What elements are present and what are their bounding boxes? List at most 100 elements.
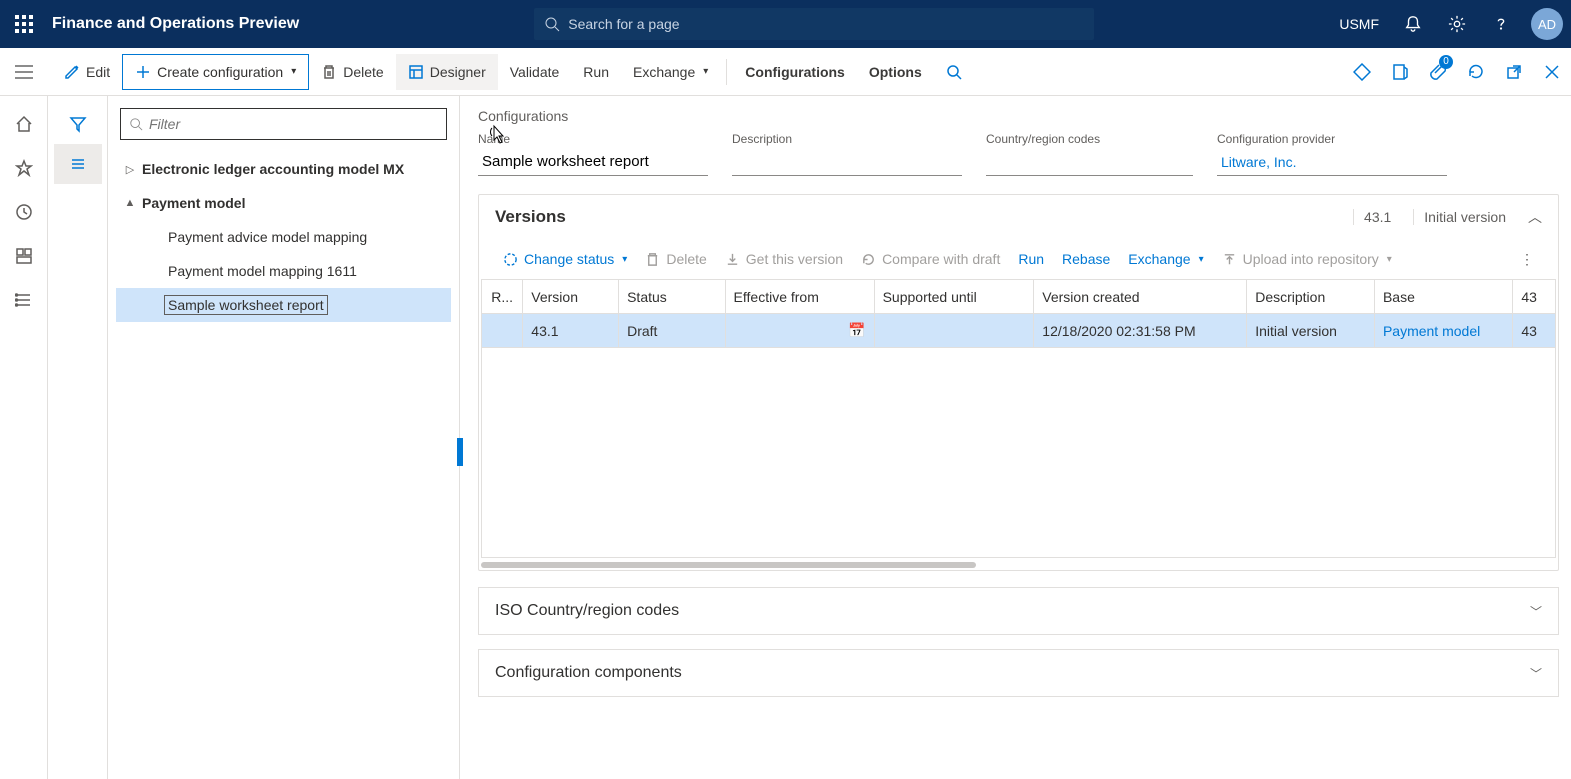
tree-item-electronic-ledger[interactable]: ▷ Electronic ledger accounting model MX [116,152,451,186]
col-status[interactable]: Status [619,280,725,314]
scrollbar-thumb[interactable] [481,562,976,568]
iso-country-section[interactable]: ISO Country/region codes ﹀ [478,587,1559,635]
refresh-icon[interactable] [1457,53,1495,91]
col-version[interactable]: Version [523,280,619,314]
validate-button[interactable]: Validate [498,54,572,90]
get-version-button[interactable]: Get this version [717,243,851,275]
config-components-section[interactable]: Configuration components ﹀ [478,649,1559,697]
notifications-icon[interactable] [1393,4,1433,44]
components-section-title: Configuration components [495,664,1530,682]
cell-supported-until[interactable] [874,314,1034,348]
header-right: USMF AD [1329,4,1563,44]
home-icon[interactable] [4,104,44,144]
chevron-up-icon[interactable]: ︿ [1528,207,1542,227]
cell-version[interactable]: 43.1 [523,314,619,348]
attachments-icon[interactable]: 0 [1419,53,1457,91]
toolbar-search-button[interactable] [934,54,974,90]
run-button[interactable]: Run [571,54,621,90]
compare-button[interactable]: Compare with draft [853,243,1008,275]
description-label: Description [732,132,962,146]
delete-label: Delete [343,64,383,80]
close-icon[interactable] [1533,53,1571,91]
cell-effective-from[interactable]: 📅 [725,314,874,348]
field-config-provider: Configuration provider Litware, Inc. [1217,132,1447,176]
attachments-badge: 0 [1439,55,1453,69]
versions-grid: R... Version Status Effective from Suppo… [481,279,1556,348]
col-supported-until[interactable]: Supported until [874,280,1034,314]
change-status-button[interactable]: Change status▾ [495,243,635,275]
legal-entity-selector[interactable]: USMF [1329,16,1389,32]
create-config-label: Create configuration [157,64,283,80]
modules-icon[interactable] [4,280,44,320]
col-version-created[interactable]: Version created [1034,280,1247,314]
tree-item-sample-worksheet-report[interactable]: Sample worksheet report [116,288,451,322]
col-base[interactable]: Base [1374,280,1512,314]
caret-down-icon[interactable]: ▲ [122,197,138,209]
options-tab[interactable]: Options [857,54,934,90]
cell-r[interactable] [482,314,523,348]
tree-item-payment-advice-mapping[interactable]: Payment advice model mapping [116,220,451,254]
workspaces-icon[interactable] [4,236,44,276]
field-name: Name [478,132,708,176]
tree-item-payment-model-mapping-1611[interactable]: Payment model mapping 1611 [116,254,451,288]
versions-grid-wrap: R... Version Status Effective from Suppo… [481,279,1556,570]
designer-button[interactable]: Designer [396,54,498,90]
popout-icon[interactable] [1495,53,1533,91]
version-exchange-button[interactable]: Exchange▾ [1120,243,1211,275]
grid-row[interactable]: 43.1 Draft 📅 12/18/2020 02:31:58 PM Init… [482,314,1556,348]
tree-filter-input[interactable] [120,108,447,140]
delete-button[interactable]: Delete [309,54,395,90]
caret-right-icon[interactable]: ▷ [122,163,138,176]
exchange-button[interactable]: Exchange▾ [621,54,720,90]
cell-description[interactable]: Initial version [1247,314,1375,348]
user-avatar[interactable]: AD [1531,8,1563,40]
versions-summary-desc: Initial version [1413,209,1516,225]
col-r[interactable]: R... [482,280,523,314]
rebase-button[interactable]: Rebase [1054,243,1118,275]
col-base-version[interactable]: 43 [1513,280,1556,314]
filter-funnel-icon[interactable] [54,104,102,144]
recent-icon[interactable] [4,192,44,232]
chevron-down-icon[interactable]: ﹀ [1530,665,1542,682]
col-description[interactable]: Description [1247,280,1375,314]
cell-status[interactable]: Draft [619,314,725,348]
search-box[interactable] [534,8,1094,40]
country-label: Country/region codes [986,132,1193,146]
horizontal-scrollbar[interactable] [481,560,1556,570]
name-input[interactable] [478,148,708,176]
help-icon[interactable] [1481,4,1521,44]
version-run-button[interactable]: Run [1010,243,1052,275]
version-delete-button[interactable]: Delete [637,243,714,275]
cell-base[interactable]: Payment model [1374,314,1512,348]
tree-item-payment-model[interactable]: ▲ Payment model [116,186,451,220]
tree-filter-field[interactable] [149,116,438,132]
create-configuration-button[interactable]: Create configuration ▾ [122,54,309,90]
edit-button[interactable]: Edit [52,54,122,90]
nav-expand-icon[interactable] [0,48,48,96]
search-input[interactable] [568,16,1084,32]
name-label: Name [478,132,708,146]
cell-version-created[interactable]: 12/18/2020 02:31:58 PM [1034,314,1247,348]
download-icon [725,252,740,267]
configurations-tab[interactable]: Configurations [733,54,857,90]
upload-repo-button[interactable]: Upload into repository▾ [1214,243,1400,275]
version-toolbar-more-icon[interactable]: ⋮ [1512,243,1542,275]
deploy-icon[interactable] [1343,53,1381,91]
app-launcher-icon[interactable] [8,8,40,40]
country-input[interactable] [986,148,1193,176]
cell-base-version[interactable]: 43 [1513,314,1556,348]
calendar-icon[interactable]: 📅 [848,322,865,339]
office-icon[interactable] [1381,53,1419,91]
provider-link[interactable]: Litware, Inc. [1221,154,1296,170]
trash-icon [645,252,660,267]
favorites-icon[interactable] [4,148,44,188]
description-input[interactable] [732,148,962,176]
app-title: Finance and Operations Preview [52,15,299,33]
list-view-icon[interactable] [54,144,102,184]
col-effective-from[interactable]: Effective from [725,280,874,314]
chevron-down-icon[interactable]: ﹀ [1530,603,1542,620]
grid-header-row: R... Version Status Effective from Suppo… [482,280,1556,314]
settings-icon[interactable] [1437,4,1477,44]
iso-section-title: ISO Country/region codes [495,602,1530,620]
versions-header: Versions 43.1 Initial version ︿ [479,195,1558,239]
